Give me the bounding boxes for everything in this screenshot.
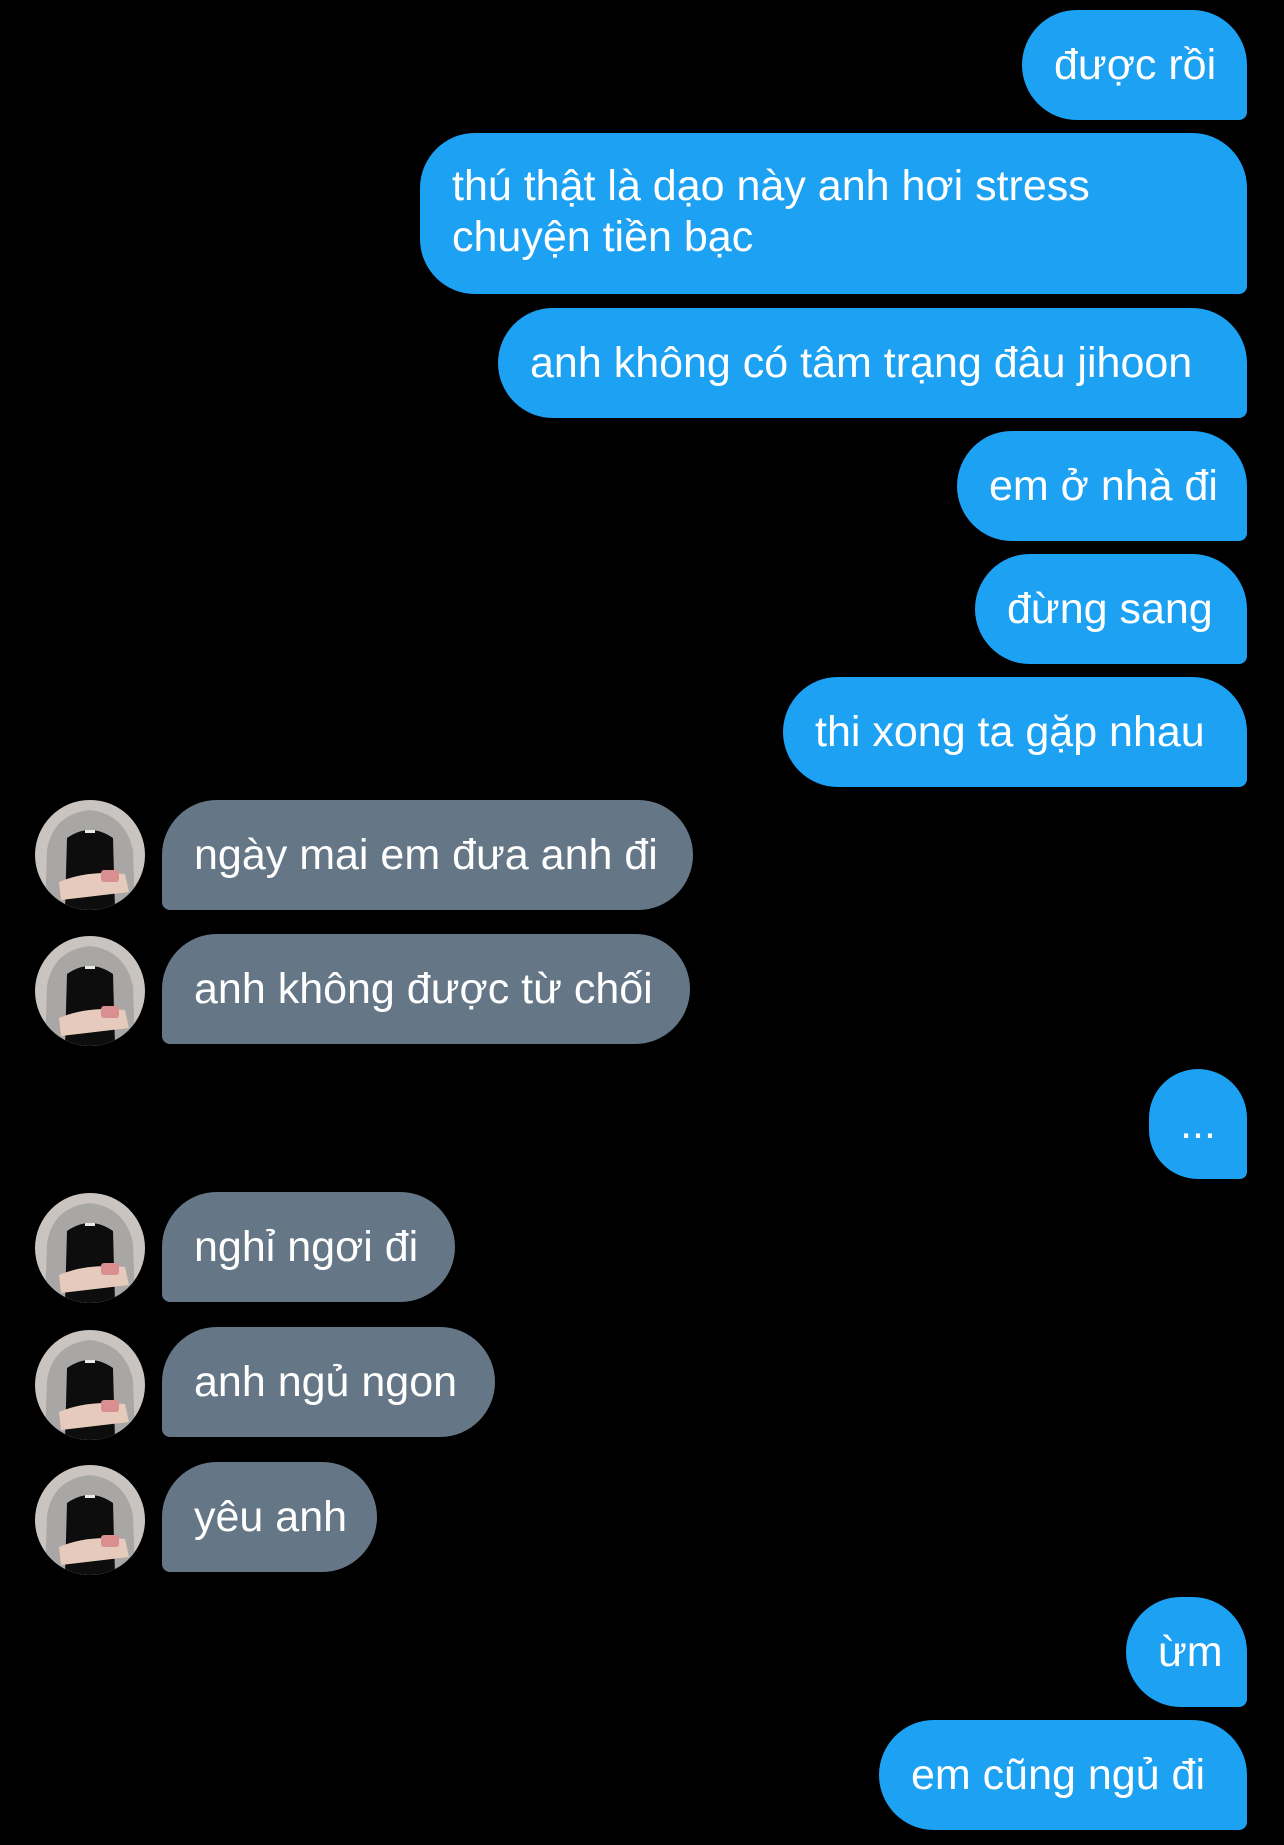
message-text: ừm: [1158, 1627, 1223, 1676]
message-text: ...: [1180, 1099, 1216, 1148]
message-text: đừng sang: [1007, 584, 1213, 633]
contact-avatar[interactable]: [35, 1330, 145, 1440]
message-bubble-outgoing[interactable]: đừng sang: [975, 554, 1247, 664]
contact-avatar[interactable]: [35, 800, 145, 910]
message-text: thi xong ta gặp nhau: [815, 707, 1205, 756]
message-text: ngày mai em đưa anh đi: [194, 830, 658, 879]
contact-avatar[interactable]: [35, 1193, 145, 1303]
message-text: yêu anh: [194, 1492, 348, 1541]
message-bubble-incoming[interactable]: anh ngủ ngon: [162, 1327, 495, 1437]
message-bubble-incoming[interactable]: nghỉ ngơi đi: [162, 1192, 455, 1302]
avatar-photo-icon: [35, 800, 145, 910]
message-text: được rồi: [1054, 40, 1217, 89]
message-bubble-incoming[interactable]: yêu anh: [162, 1462, 377, 1572]
message-bubble-outgoing[interactable]: thi xong ta gặp nhau: [783, 677, 1247, 787]
message-bubble-outgoing[interactable]: anh không có tâm trạng đâu jihoon: [498, 308, 1247, 418]
message-thread: được rồi thú thật là dạo này anh hơi str…: [0, 0, 1284, 1845]
avatar-photo-icon: [35, 936, 145, 1046]
message-text: anh không có tâm trạng đâu jihoon: [530, 338, 1193, 387]
message-bubble-incoming[interactable]: ngày mai em đưa anh đi: [162, 800, 693, 910]
message-bubble-outgoing[interactable]: ...: [1149, 1069, 1247, 1179]
avatar-photo-icon: [35, 1465, 145, 1575]
contact-avatar[interactable]: [35, 936, 145, 1046]
avatar-photo-icon: [35, 1330, 145, 1440]
message-text: thú thật là dạo này anh hơi stress chuyệ…: [452, 162, 1090, 261]
message-text: anh không được từ chối: [194, 964, 653, 1013]
message-bubble-outgoing[interactable]: em ở nhà đi: [957, 431, 1247, 541]
message-text: em cũng ngủ đi: [911, 1750, 1206, 1799]
message-bubble-outgoing[interactable]: em cũng ngủ đi: [879, 1720, 1247, 1830]
message-bubble-incoming[interactable]: anh không được từ chối: [162, 934, 690, 1044]
contact-avatar[interactable]: [35, 1465, 145, 1575]
message-text: nghỉ ngơi đi: [194, 1222, 419, 1271]
avatar-photo-icon: [35, 1193, 145, 1303]
message-bubble-outgoing[interactable]: được rồi: [1022, 10, 1247, 120]
message-bubble-outgoing[interactable]: ừm: [1126, 1597, 1247, 1707]
message-bubble-outgoing[interactable]: thú thật là dạo này anh hơi stress chuyệ…: [420, 133, 1247, 294]
message-text: em ở nhà đi: [989, 461, 1218, 510]
message-text: anh ngủ ngon: [194, 1357, 458, 1406]
